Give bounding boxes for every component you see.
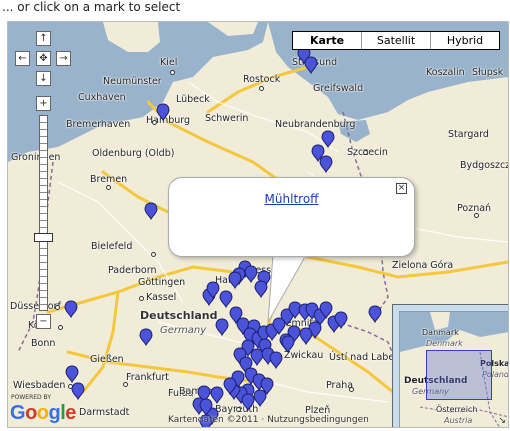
zoom-slider-track[interactable] (39, 115, 48, 311)
pan-up-icon[interactable]: ↑ (36, 31, 51, 46)
powered-by-text: POWERED BY (11, 394, 52, 401)
overview-collapse-icon[interactable]: ↘ (498, 416, 506, 426)
map-type-karte-button[interactable]: Karte (293, 32, 361, 49)
zoom-slider-thumb[interactable] (34, 233, 53, 242)
instruction-text: ... or click on a mark to select (2, 0, 181, 14)
overview-map[interactable]: Danmark Denmark Polska Poland Deutschlan… (392, 304, 508, 427)
overview-label: Denmark (426, 339, 463, 348)
overview-label: Danmark (422, 328, 459, 337)
map-canvas[interactable]: Kiel Rostock Stralsund Neumünster Lübeck… (7, 21, 509, 428)
pan-right-icon[interactable]: → (56, 51, 71, 66)
zoom-in-button[interactable]: + (36, 96, 51, 111)
map-type-satellit-button[interactable]: Satellit (361, 32, 430, 49)
zoom-out-button[interactable]: − (36, 314, 51, 329)
overview-label: Österreich (436, 405, 478, 414)
close-icon[interactable]: × (396, 183, 407, 194)
info-window: Mühltroff × (168, 177, 415, 257)
map-type-hybrid-button[interactable]: Hybrid (430, 32, 499, 49)
overview-viewport[interactable] (426, 350, 492, 400)
map-type-control: Karte Satellit Hybrid (292, 31, 500, 50)
google-logo[interactable]: Google (10, 402, 76, 425)
overview-map-inner: Danmark Denmark Polska Poland Deutschlan… (399, 311, 508, 427)
pan-center-icon[interactable]: ✥ (36, 51, 51, 66)
copyright-text: Kartendaten ©2011 · Nutzungsbedingungen (168, 415, 369, 425)
pan-down-icon[interactable]: ↓ (36, 71, 51, 86)
pan-left-icon[interactable]: ← (15, 51, 30, 66)
info-window-title-link[interactable]: Mühltroff (169, 192, 414, 206)
overview-label: Austria (444, 416, 473, 425)
